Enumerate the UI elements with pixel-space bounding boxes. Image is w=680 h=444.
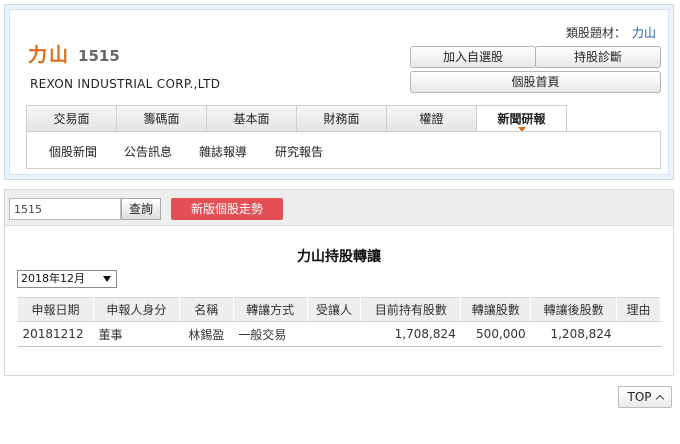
column-header: 名稱 — [178, 297, 234, 322]
company-english-name: REXON INDUSTRIAL CORP.,LTD — [30, 77, 221, 91]
column-header: 理由 — [616, 297, 661, 322]
subnav-announcements[interactable]: 公告訊息 — [124, 143, 172, 160]
tab-label: 財務面 — [323, 112, 360, 126]
column-header: 轉讓方式 — [232, 297, 308, 322]
table-row: 20181212 董事 林錫盈 一般交易 1,708,824 500,000 1… — [17, 321, 661, 347]
tab-label: 權證 — [419, 112, 444, 126]
month-select-value: 2018年12月 — [21, 272, 85, 285]
cell-reason — [616, 321, 661, 347]
column-header: 受讓人 — [306, 297, 362, 322]
main-tabs: 交易面 籌碼面 基本面 財務面 權證 新聞研報 — [26, 105, 661, 132]
add-watchlist-button[interactable]: 加入自選股 — [410, 46, 536, 68]
column-header: 轉讓股數 — [460, 297, 532, 322]
tab-label: 籌碼面 — [143, 112, 180, 126]
holding-diagnosis-button[interactable]: 持股診斷 — [535, 46, 661, 68]
column-header: 轉讓後股數 — [530, 297, 618, 322]
sub-navigation: 個股新聞 公告訊息 雜誌報導 研究報告 — [26, 131, 661, 169]
stock-search-input[interactable] — [9, 198, 121, 220]
category-link[interactable]: 力山 — [632, 26, 656, 40]
cell-report-date: 20181212 — [17, 321, 94, 347]
search-button[interactable]: 查詢 — [121, 198, 161, 220]
cell-transfer-shares: 500,000 — [460, 321, 531, 347]
cell-transferee — [307, 321, 361, 347]
cell-transfer-method: 一般交易 — [233, 321, 308, 347]
stock-title: 力山 1515 — [28, 40, 120, 67]
table-header-row: 申報日期 申報人身分 名稱 轉讓方式 受讓人 目前持有股數 轉讓股數 轉讓後股數… — [17, 297, 661, 322]
category-label: 類股題材： — [565, 26, 626, 40]
tab-fundamentals[interactable]: 基本面 — [206, 105, 297, 132]
share-transfer-table: 申報日期 申報人身分 名稱 轉讓方式 受讓人 目前持有股數 轉讓股數 轉讓後股數… — [17, 297, 661, 347]
content-panel: 查詢 新版個股走勢 力山持股轉讓 2018年12月 申報日期 申報人身分 名稱 … — [4, 189, 674, 376]
stock-code: 1515 — [78, 47, 120, 65]
stock-header-inner: 類股題材： 力山 力山 1515 REXON INDUSTRIAL CORP.,LT… — [9, 9, 669, 175]
tab-warrants[interactable]: 權證 — [386, 105, 477, 132]
tab-financials[interactable]: 財務面 — [296, 105, 387, 132]
chevron-up-icon — [655, 394, 664, 404]
subnav-stock-news[interactable]: 個股新聞 — [49, 143, 97, 160]
tab-label: 基本面 — [233, 112, 270, 126]
stock-header-panel: 類股題材： 力山 力山 1515 REXON INDUSTRIAL CORP.,LT… — [4, 4, 674, 180]
report-title: 力山持股轉讓 — [297, 249, 381, 265]
tab-label: 新聞研報 — [497, 112, 546, 126]
tab-trading[interactable]: 交易面 — [26, 105, 117, 132]
dropdown-arrow-icon — [103, 276, 111, 282]
column-header: 申報人身分 — [92, 297, 180, 322]
cell-after-shares: 1,208,824 — [530, 321, 617, 347]
column-header: 申報日期 — [17, 297, 94, 322]
subnav-magazine-reports[interactable]: 雜誌報導 — [199, 143, 247, 160]
tab-chips[interactable]: 籌碼面 — [116, 105, 207, 132]
stock-home-button[interactable]: 個股首頁 — [410, 71, 661, 93]
category-row: 類股題材： 力山 — [566, 24, 656, 41]
stock-name: 力山 — [28, 44, 71, 66]
back-to-top-button[interactable]: TOP — [618, 386, 672, 408]
subnav-research-reports[interactable]: 研究報告 — [275, 143, 323, 160]
cell-name: 林錫盈 — [179, 321, 234, 347]
search-bar: 查詢 新版個股走勢 — [5, 190, 673, 226]
tab-news-research[interactable]: 新聞研報 — [476, 105, 567, 132]
tab-label: 交易面 — [53, 112, 90, 126]
month-select[interactable]: 2018年12月 — [17, 270, 117, 288]
new-stock-trend-button[interactable]: 新版個股走勢 — [171, 198, 283, 220]
cell-current-shares: 1,708,824 — [360, 321, 461, 347]
cell-reporter-role: 董事 — [93, 321, 180, 347]
top-label: TOP — [627, 390, 652, 404]
column-header: 目前持有股數 — [360, 297, 462, 322]
